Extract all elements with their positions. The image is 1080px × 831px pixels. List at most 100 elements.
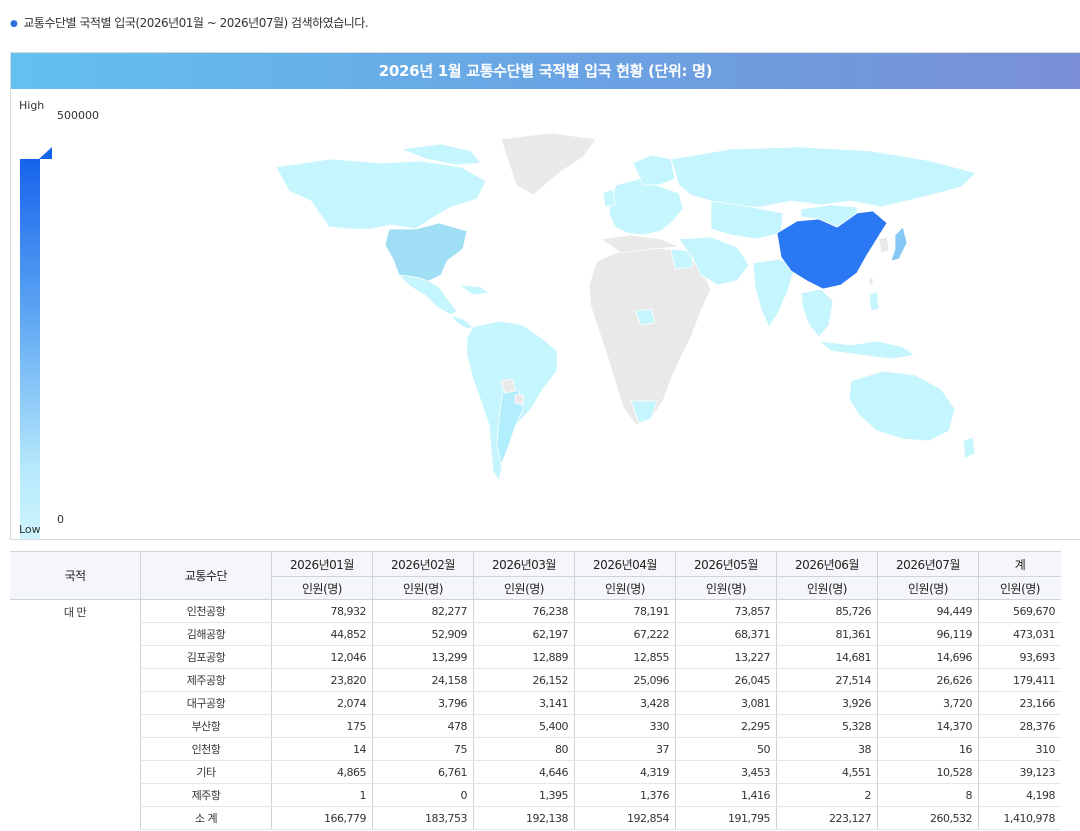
value-cell: 1,395 xyxy=(473,783,575,807)
value-cell: 27,514 xyxy=(776,668,878,692)
value-cell: 78,932 xyxy=(271,599,373,623)
value-cell: 78,191 xyxy=(574,599,676,623)
value-cell: 2,295 xyxy=(675,714,777,738)
value-cell: 166,779 xyxy=(271,806,373,830)
value-cell: 1,416 xyxy=(675,783,777,807)
value-cell: 80 xyxy=(473,737,575,761)
total-cell: 179,411 xyxy=(978,668,1061,692)
world-map[interactable] xyxy=(11,89,1080,539)
value-cell: 14 xyxy=(271,737,373,761)
value-cell: 94,449 xyxy=(877,599,979,623)
value-cell: 73,857 xyxy=(675,599,777,623)
value-cell: 14,681 xyxy=(776,645,878,669)
value-cell: 23,820 xyxy=(271,668,373,692)
value-cell: 183,753 xyxy=(372,806,474,830)
value-cell: 3,081 xyxy=(675,691,777,715)
total-cell: 4,198 xyxy=(978,783,1061,807)
value-cell: 3,720 xyxy=(877,691,979,715)
value-cell: 96,119 xyxy=(877,622,979,646)
region-greenland xyxy=(500,132,597,196)
map-title: 2026년 1월 교통수단별 국적별 입국 현황 (단위: 명) xyxy=(11,53,1080,89)
region-japan xyxy=(890,226,908,262)
value-cell: 12,889 xyxy=(473,645,575,669)
value-cell: 1 xyxy=(271,783,373,807)
value-cell: 4,551 xyxy=(776,760,878,784)
header-total: 계 xyxy=(978,551,1061,577)
mode-cell: 소 계 xyxy=(140,806,272,830)
value-cell: 81,361 xyxy=(776,622,878,646)
value-cell: 2,074 xyxy=(271,691,373,715)
region-canada xyxy=(275,158,487,230)
value-cell: 10,528 xyxy=(877,760,979,784)
total-cell: 569,670 xyxy=(978,599,1061,623)
mode-cell: 김포공항 xyxy=(140,645,272,669)
value-cell: 260,532 xyxy=(877,806,979,830)
header-unit: 인원(명) xyxy=(473,576,575,600)
total-cell: 310 xyxy=(978,737,1061,761)
mode-cell: 인천공항 xyxy=(140,599,272,623)
region-taiwan xyxy=(868,276,874,286)
value-cell: 3,796 xyxy=(372,691,474,715)
value-cell: 2 xyxy=(776,783,878,807)
region-caribbean xyxy=(458,284,490,296)
value-cell: 478 xyxy=(372,714,474,738)
mode-cell: 부산항 xyxy=(140,714,272,738)
header-month-2: 2026년02월 xyxy=(372,551,474,577)
value-cell: 62,197 xyxy=(473,622,575,646)
total-cell: 1,410,978 xyxy=(978,806,1061,830)
value-cell: 50 xyxy=(675,737,777,761)
value-cell: 4,865 xyxy=(271,760,373,784)
total-cell: 473,031 xyxy=(978,622,1061,646)
value-cell: 223,127 xyxy=(776,806,878,830)
region-europe xyxy=(608,178,684,236)
total-cell: 39,123 xyxy=(978,760,1061,784)
value-cell: 14,696 xyxy=(877,645,979,669)
value-cell: 6,761 xyxy=(372,760,474,784)
nation-cell: 대 만 xyxy=(63,606,87,619)
table-row: 대구공항 2,074 3,796 3,141 3,428 3,081 3,926 3,720 2… xyxy=(10,691,1061,715)
value-cell: 175 xyxy=(271,714,373,738)
header-month-5: 2026년05월 xyxy=(675,551,777,577)
region-central-america xyxy=(450,314,474,330)
total-cell: 28,376 xyxy=(978,714,1061,738)
table-row: 부산항 175 478 5,400 330 2,295 5,328 14,370 28,376 xyxy=(10,714,1061,738)
total-cell: 23,166 xyxy=(978,691,1061,715)
region-korea xyxy=(878,236,890,254)
value-cell: 75 xyxy=(372,737,474,761)
value-cell: 191,795 xyxy=(675,806,777,830)
value-cell: 192,138 xyxy=(473,806,575,830)
header-month-1: 2026년01월 xyxy=(271,551,373,577)
search-info-text: 교통수단별 국적별 입국(2026년01월 ~ 2026년07월) 검색하였습니… xyxy=(23,16,369,30)
arrivals-table: 국적 교통수단 2026년01월 2026년02월 2026년03월 2026년… xyxy=(10,551,1061,830)
value-cell: 4,319 xyxy=(574,760,676,784)
header-month-7: 2026년07월 xyxy=(877,551,979,577)
value-cell: 3,141 xyxy=(473,691,575,715)
header-unit: 인원(명) xyxy=(877,576,979,600)
mode-cell: 제주공항 xyxy=(140,668,272,692)
value-cell: 4,646 xyxy=(473,760,575,784)
table-row: 인천항 14 75 80 37 50 38 16 310 xyxy=(10,737,1061,761)
value-cell: 26,045 xyxy=(675,668,777,692)
value-cell: 68,371 xyxy=(675,622,777,646)
header-month-3: 2026년03월 xyxy=(473,551,575,577)
value-cell: 14,370 xyxy=(877,714,979,738)
table-body: 대 만 인천공항 78,932 82,277 76,238 78,191 73,857 85,… xyxy=(10,599,1061,830)
header-unit: 인원(명) xyxy=(978,576,1061,600)
map-panel: 2026년 1월 교통수단별 국적별 입국 현황 (단위: 명) High 50… xyxy=(10,52,1080,540)
value-cell: 26,626 xyxy=(877,668,979,692)
region-usa xyxy=(384,222,468,282)
header-month-6: 2026년06월 xyxy=(776,551,878,577)
header-unit: 인원(명) xyxy=(675,576,777,600)
search-info: ● 교통수단별 국적별 입국(2026년01월 ~ 2026년07월) 검색하였습… xyxy=(10,14,369,31)
table-row: 제주공항 23,820 24,158 26,152 25,096 26,045 27,514… xyxy=(10,668,1061,692)
table-row: 기타 4,865 6,761 4,646 4,319 3,453 4,551 10,528 39… xyxy=(10,760,1061,784)
value-cell: 1,376 xyxy=(574,783,676,807)
region-paraguay xyxy=(514,394,524,406)
value-cell: 37 xyxy=(574,737,676,761)
value-cell: 82,277 xyxy=(372,599,474,623)
region-new-zealand xyxy=(962,436,976,460)
value-cell: 3,453 xyxy=(675,760,777,784)
value-cell: 38 xyxy=(776,737,878,761)
value-cell: 26,152 xyxy=(473,668,575,692)
table-row: 김해공항 44,852 52,909 62,197 67,222 68,371 81,361… xyxy=(10,622,1061,646)
